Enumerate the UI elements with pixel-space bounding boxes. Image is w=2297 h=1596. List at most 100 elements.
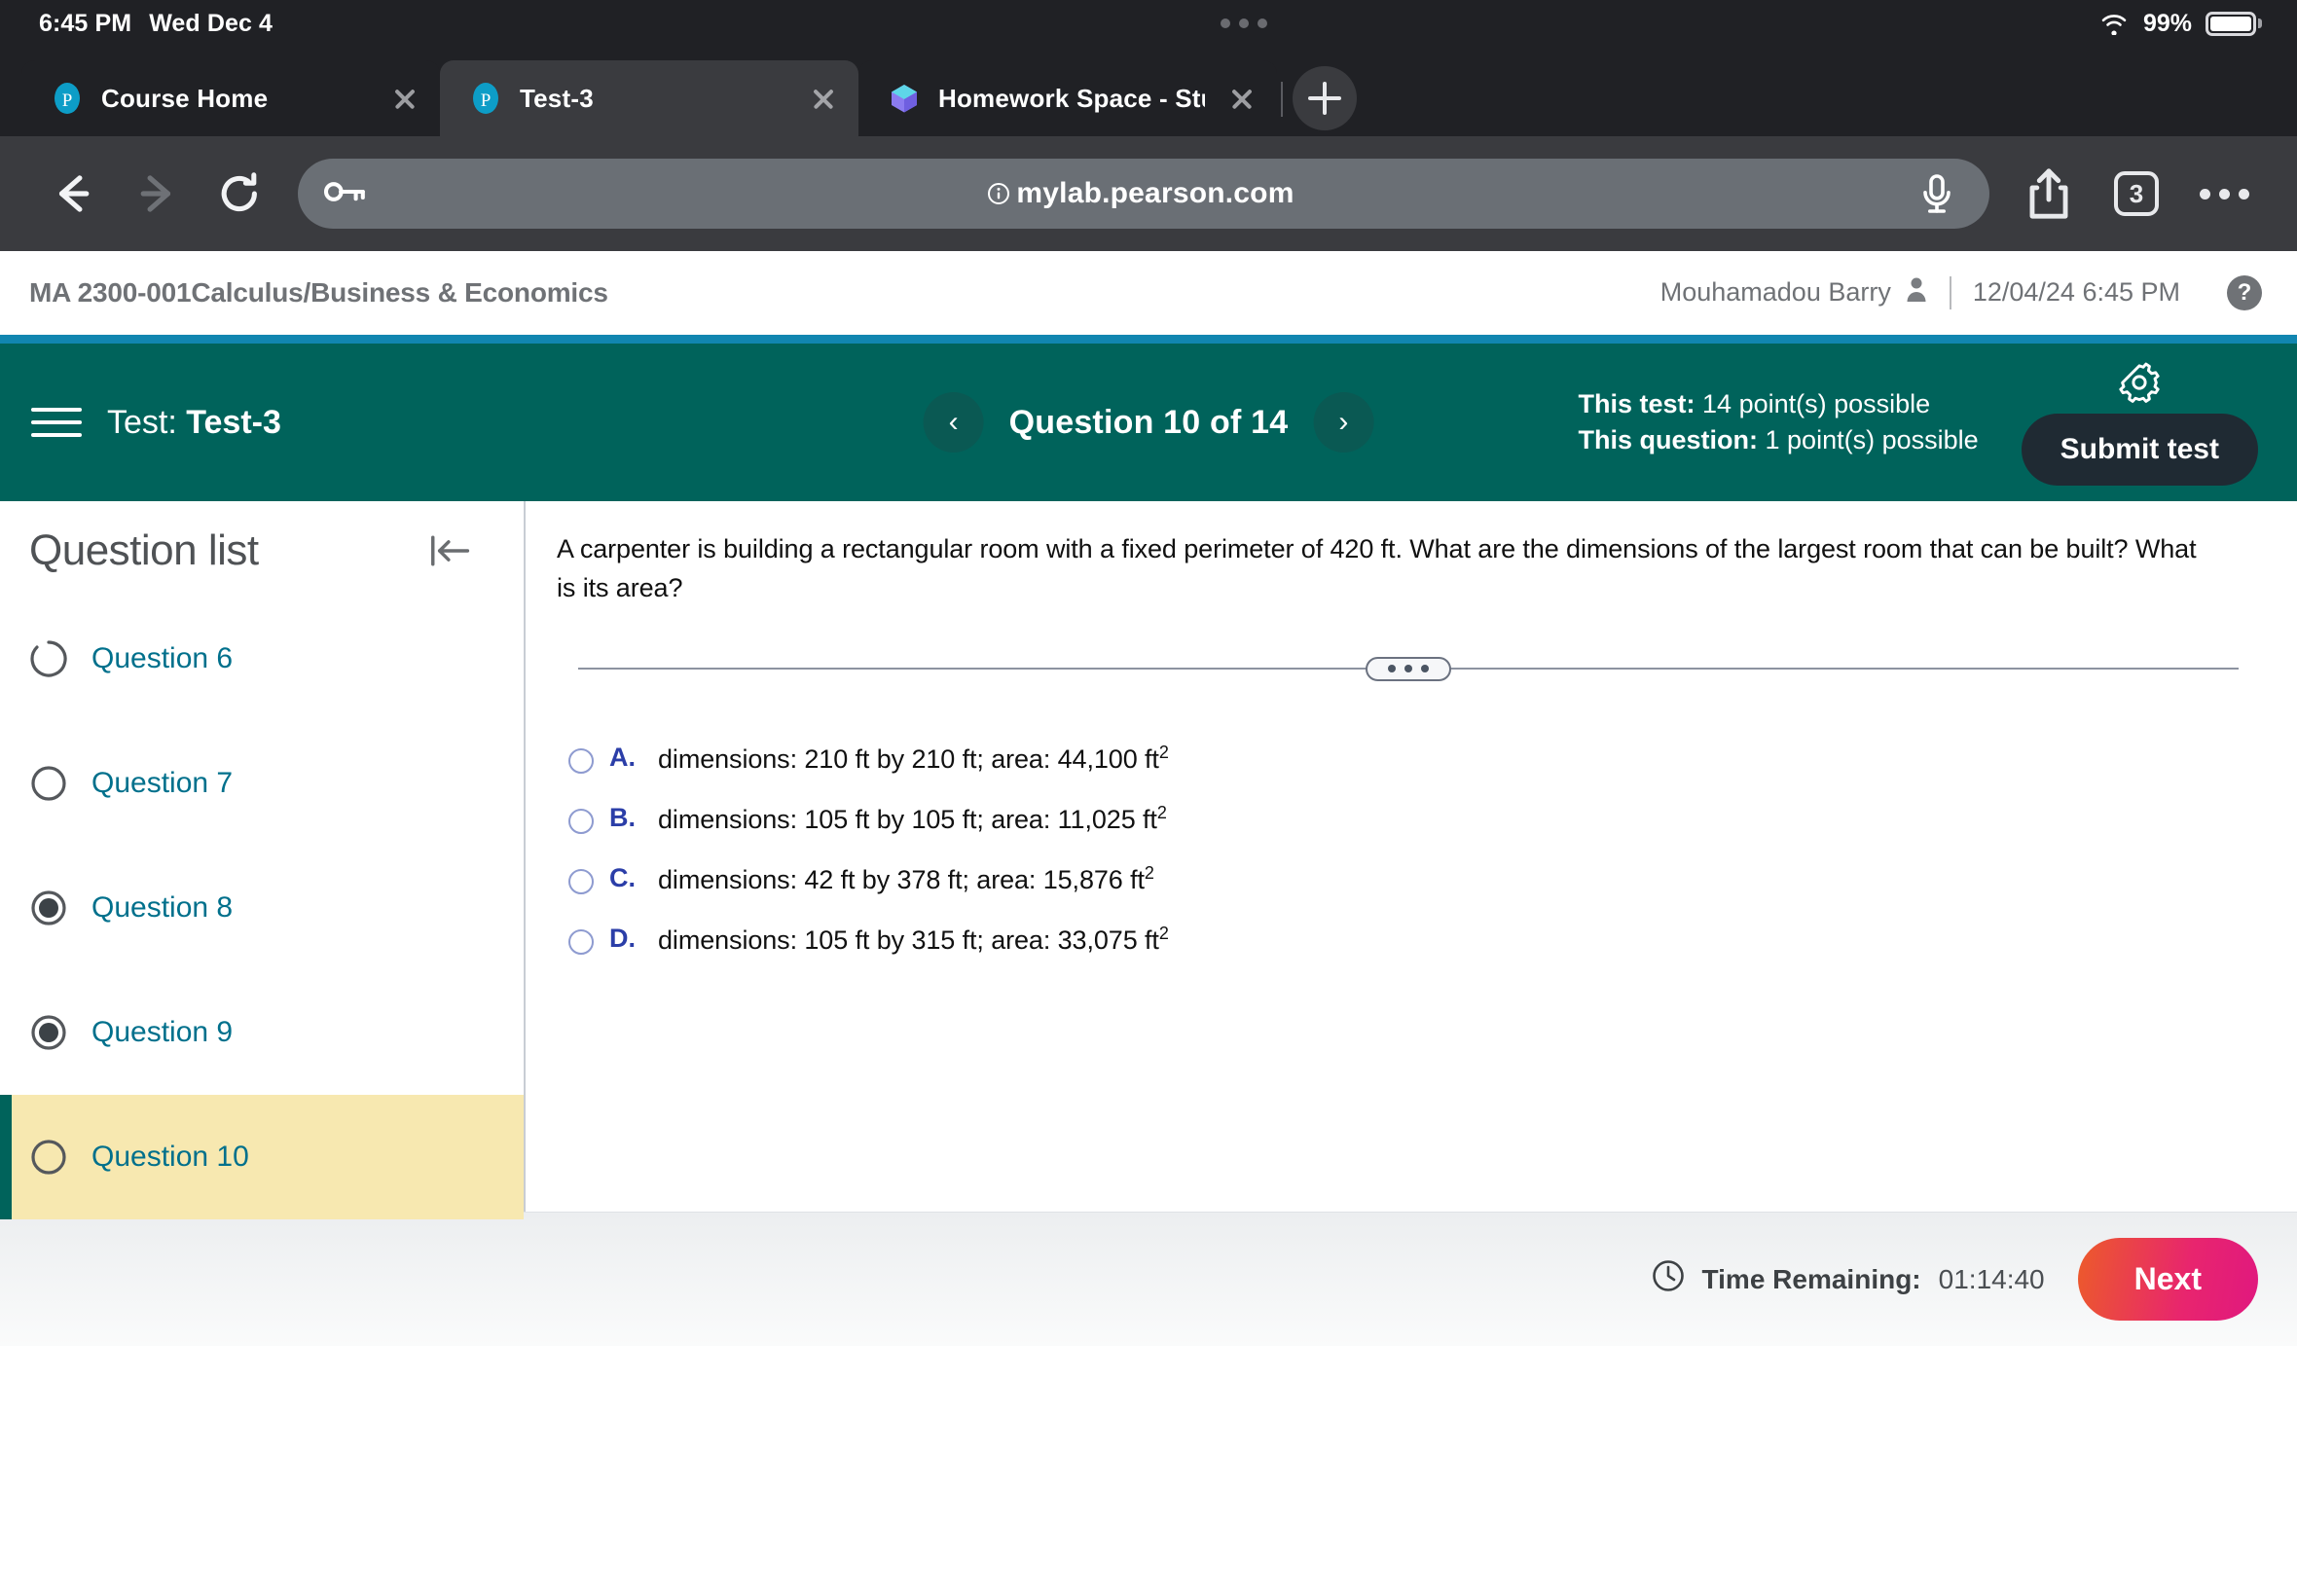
question-navigator: ‹ Question 10 of 14 › [923, 392, 1374, 453]
choice-exponent: 2 [1158, 742, 1169, 762]
address-bar[interactable]: mylab.pearson.com [298, 159, 1989, 229]
ios-status-bar: 6:45 PM Wed Dec 4 99% [0, 0, 2297, 47]
pearson-favicon: P [469, 82, 502, 115]
this-test-value: 14 point(s) possible [1702, 388, 1931, 418]
pane-resizer[interactable] [578, 649, 2239, 688]
question-counter: Question 10 of 14 [1008, 403, 1289, 441]
radio-icon[interactable] [568, 747, 594, 774]
choice-letter: A. [609, 742, 636, 772]
battery-percent-label: 99% [2142, 9, 2192, 37]
choice-exponent: 2 [1156, 802, 1167, 822]
info-circle-icon[interactable] [987, 177, 1010, 210]
pearson-favicon: P [51, 82, 84, 115]
status-filled-icon [29, 889, 68, 927]
close-icon[interactable] [804, 79, 843, 118]
test-title-prefix: Test: [107, 403, 177, 441]
header-divider [1949, 275, 1951, 309]
question-pane: A carpenter is building a rectangular ro… [526, 501, 2297, 1212]
choice-text-value: dimensions: 42 ft by 378 ft; area: 15,87… [658, 864, 1145, 894]
new-tab-button[interactable] [1293, 66, 1357, 130]
browser-tab-course-home[interactable]: P Course Home [21, 60, 440, 136]
course-header-right: Mouhamadou Barry 12/04/24 6:45 PM ? [1660, 274, 2262, 310]
tab-count-label: 3 [2114, 171, 2159, 216]
test-action-bar: Time Remaining: 01:14:40 Next [0, 1212, 2297, 1346]
choice-letter: C. [609, 862, 636, 892]
svg-text:P: P [62, 91, 73, 111]
choice-text: dimensions: 210 ft by 210 ft; area: 44,1… [658, 743, 1169, 775]
status-bar-right: 99% [2098, 10, 2262, 38]
svg-text:P: P [481, 91, 492, 111]
address-bar-url: mylab.pearson.com [370, 177, 1912, 210]
answer-choice-c[interactable]: C. dimensions: 42 ft by 378 ft; area: 15… [568, 863, 2258, 924]
time-remaining-value: 01:14:40 [1938, 1263, 2045, 1294]
question-list-sidebar: Question list Question 6 Question 7 Ques… [0, 501, 526, 1219]
status-bar-date: Wed Dec 4 [149, 9, 273, 37]
radio-icon[interactable] [568, 868, 594, 894]
choice-text-value: dimensions: 210 ft by 210 ft; area: 44,1… [658, 744, 1159, 774]
test-title: Test: Test-3 [107, 404, 281, 442]
test-title-name: Test-3 [186, 403, 281, 441]
accent-strip [0, 335, 2297, 344]
time-remaining-label: Time Remaining: [1701, 1263, 1921, 1294]
answer-choice-b[interactable]: B. dimensions: 105 ft by 105 ft; area: 1… [568, 803, 2258, 863]
browser-tab-strip: P Course Home P Test-3 Homework Space - … [0, 47, 2297, 136]
next-question-button[interactable]: › [1313, 392, 1374, 453]
choice-letter: B. [609, 802, 636, 832]
browser-toolbar: mylab.pearson.com 3 [0, 136, 2297, 251]
back-arrow-icon[interactable] [35, 156, 111, 232]
answer-choices: A. dimensions: 210 ft by 210 ft; area: 4… [557, 743, 2258, 984]
help-icon[interactable]: ? [2227, 274, 2262, 310]
dynamic-island-dots-icon [1221, 18, 1268, 28]
browser-tab-title: Course Home [101, 83, 269, 113]
radio-icon[interactable] [568, 928, 594, 955]
browser-tab-title: Homework Space - Stu [938, 83, 1205, 113]
sidebar-item-question-9[interactable]: Question 9 [0, 970, 524, 1095]
sidebar-item-question-8[interactable]: Question 8 [0, 846, 524, 970]
forward-arrow-icon[interactable] [119, 156, 195, 232]
header-actions: Submit test [2021, 359, 2258, 486]
collapse-panel-icon[interactable] [426, 527, 473, 574]
sidebar-item-label: Question 9 [91, 1016, 234, 1048]
tab-separator [1281, 82, 1283, 117]
sidebar-item-question-10[interactable]: Question 10 [0, 1095, 524, 1219]
tab-count-button[interactable]: 3 [2096, 156, 2176, 232]
choice-text-value: dimensions: 105 ft by 315 ft; area: 33,0… [658, 925, 1159, 955]
next-button[interactable]: Next [2077, 1238, 2258, 1321]
answer-choice-d[interactable]: D. dimensions: 105 ft by 315 ft; area: 3… [568, 924, 2258, 984]
status-bar-left: 6:45 PM Wed Dec 4 [39, 10, 273, 38]
this-question-label: This question: [1578, 425, 1759, 454]
share-icon[interactable] [2009, 156, 2089, 232]
radio-icon[interactable] [568, 808, 594, 834]
sidebar-item-label: Question 10 [91, 1141, 249, 1173]
gear-icon[interactable] [2116, 359, 2163, 406]
address-bar-hostname: mylab.pearson.com [1016, 177, 1294, 209]
answer-choice-a[interactable]: A. dimensions: 210 ft by 210 ft; area: 4… [568, 743, 2258, 803]
browser-tab-title: Test-3 [520, 83, 594, 113]
microphone-icon[interactable] [1912, 168, 1962, 219]
sidebar-item-question-6[interactable]: Question 6 [0, 597, 524, 721]
choice-letter: D. [609, 923, 636, 953]
sidebar-item-question-7[interactable]: Question 7 [0, 721, 524, 846]
previous-question-button[interactable]: ‹ [923, 392, 984, 453]
close-icon[interactable] [1222, 79, 1261, 118]
browser-tab-test-3[interactable]: P Test-3 [440, 60, 858, 136]
course-title: MA 2300-001Calculus/Business & Economics [29, 276, 608, 308]
user-account[interactable]: Mouhamadou Barry [1660, 276, 1928, 308]
user-name-label: Mouhamadou Barry [1659, 277, 1891, 307]
hamburger-menu-icon[interactable] [31, 397, 82, 448]
session-timestamp: 12/04/24 6:45 PM [1972, 277, 2180, 307]
homework-space-favicon [888, 82, 921, 115]
this-test-label: This test: [1578, 388, 1695, 418]
test-header: Test: Test-3 ‹ Question 10 of 14 › This … [0, 344, 2297, 501]
key-icon[interactable] [323, 177, 370, 211]
more-horizontal-icon[interactable] [2184, 156, 2264, 232]
browser-tab-homework-space[interactable]: Homework Space - Stu [858, 60, 1277, 136]
drag-handle-dots-icon[interactable] [1366, 656, 1451, 681]
reload-icon[interactable] [202, 156, 278, 232]
submit-test-button[interactable]: Submit test [2021, 414, 2258, 486]
choice-exponent: 2 [1144, 862, 1154, 883]
close-icon[interactable] [385, 79, 424, 118]
person-icon [1905, 276, 1928, 308]
choice-exponent: 2 [1158, 923, 1169, 943]
question-list-header: Question list [0, 501, 524, 597]
